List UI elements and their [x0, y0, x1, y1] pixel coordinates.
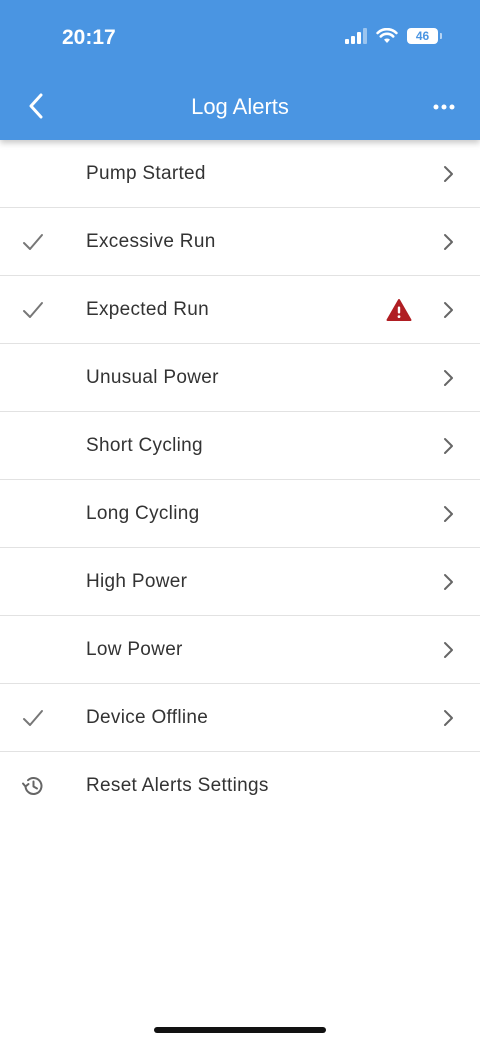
alert-label: Pump Started: [86, 162, 206, 184]
alert-label: Excessive Run: [86, 230, 216, 252]
cellular-signal-icon: [345, 28, 367, 44]
battery-icon: 46: [407, 28, 442, 44]
alert-row-pump-started[interactable]: Pump Started: [0, 140, 480, 208]
alerts-list: Pump Started Excessive Run Expected Run …: [0, 140, 480, 820]
alert-label: Device Offline: [86, 706, 209, 728]
reset-alerts-label: Reset Alerts Settings: [86, 775, 269, 796]
chevron-right-icon: [444, 573, 453, 590]
home-indicator: [154, 1027, 326, 1033]
history-icon: [22, 777, 43, 795]
alert-row-expected-run[interactable]: Expected Run: [0, 276, 480, 344]
alert-row-long-cycling[interactable]: Long Cycling: [0, 480, 480, 548]
wifi-icon: [376, 28, 398, 43]
checkmark-icon: [23, 301, 43, 318]
chevron-right-icon: [444, 165, 453, 182]
ellipsis-icon: [433, 104, 455, 110]
alert-label: Low Power: [86, 638, 183, 660]
alert-label: Expected Run: [86, 298, 209, 320]
reset-alerts-settings-row[interactable]: Reset Alerts Settings: [0, 752, 480, 820]
alert-label: High Power: [86, 570, 188, 592]
warning-icon: [386, 298, 412, 321]
battery-level: 46: [415, 29, 430, 43]
chevron-right-icon: [444, 709, 453, 726]
alert-row-unusual-power[interactable]: Unusual Power: [0, 344, 480, 412]
page-title: Log Alerts: [191, 94, 289, 119]
alert-label: Short Cycling: [86, 434, 203, 456]
alert-row-high-power[interactable]: High Power: [0, 548, 480, 616]
chevron-right-icon: [444, 233, 453, 250]
chevron-right-icon: [444, 369, 453, 386]
chevron-right-icon: [444, 505, 453, 522]
more-options-button[interactable]: [422, 92, 466, 122]
status-icons: 46: [345, 28, 442, 44]
alert-row-device-offline[interactable]: Device Offline: [0, 684, 480, 752]
status-time: 20:17: [62, 26, 116, 49]
alert-label: Unusual Power: [86, 366, 219, 388]
chevron-right-icon: [444, 641, 453, 658]
alert-row-short-cycling[interactable]: Short Cycling: [0, 412, 480, 480]
checkmark-icon: [23, 233, 43, 250]
alert-label: Long Cycling: [86, 502, 200, 524]
alert-row-excessive-run[interactable]: Excessive Run: [0, 208, 480, 276]
app-header: 20:17 46 Log Alerts: [0, 0, 480, 140]
chevron-right-icon: [444, 437, 453, 454]
checkmark-icon: [23, 709, 43, 726]
chevron-right-icon: [444, 301, 453, 318]
alert-row-low-power[interactable]: Low Power: [0, 616, 480, 684]
